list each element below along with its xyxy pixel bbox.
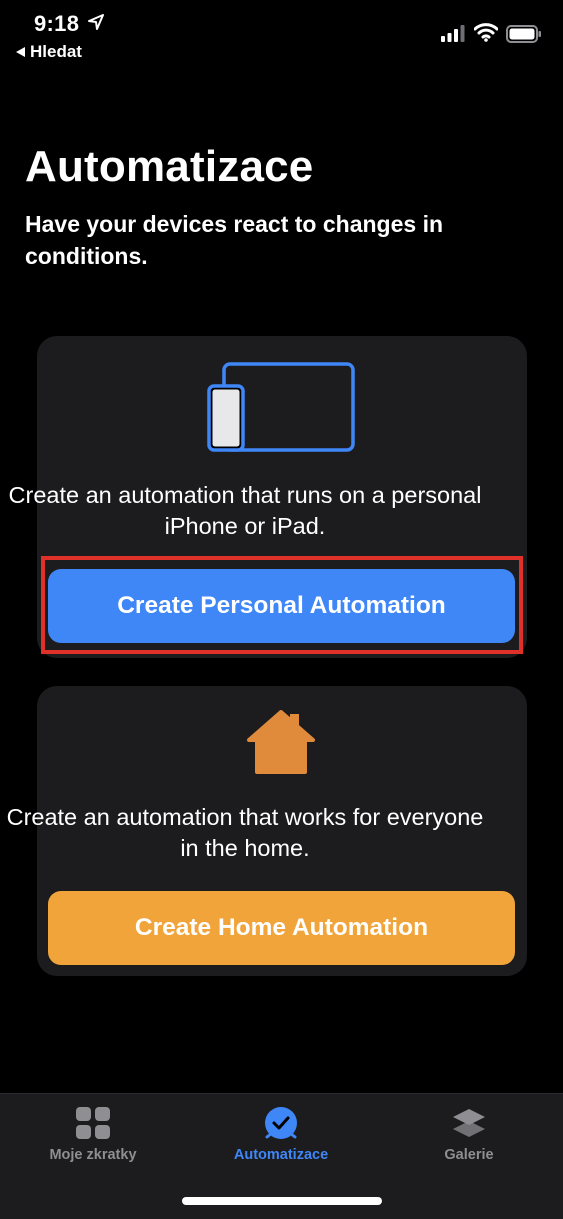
back-label: Hledat (30, 42, 82, 61)
status-bar: 9:18 Hledat (0, 0, 563, 70)
automation-clock-icon (265, 1107, 297, 1139)
page-subtitle: Have your devices react to changes in co… (25, 211, 444, 269)
highlight-box (41, 556, 523, 654)
cellular-signal-icon (441, 25, 465, 42)
iphone-ipad-icon (207, 362, 355, 452)
wifi-icon (474, 23, 498, 42)
tab-label-automatizace: Automatizace (233, 1147, 329, 1163)
back-arrow-icon (16, 47, 25, 57)
layers-icon (453, 1109, 485, 1137)
create-home-automation-button[interactable]: Create Home Automation (48, 891, 515, 965)
back-to-search-link[interactable]: Hledat (16, 42, 82, 62)
grid-icon (76, 1107, 110, 1139)
tab-label-galerie: Galerie (444, 1147, 494, 1163)
tab-label-moje-zkratky: Moje zkratky (49, 1147, 137, 1163)
home-automation-description: Create an automation that works for ever… (6, 804, 484, 861)
location-arrow-icon (88, 14, 104, 30)
tab-automatizace[interactable]: Automatizace (196, 1094, 366, 1174)
personal-automation-description: Create an automation that runs on a pers… (8, 482, 482, 539)
tab-galerie[interactable]: Galerie (384, 1094, 554, 1174)
home-indicator[interactable] (182, 1197, 382, 1205)
create-home-automation-label: Create Home Automation (134, 914, 429, 941)
tab-moje-zkratky[interactable]: Moje zkratky (8, 1094, 178, 1174)
house-icon (247, 710, 315, 774)
page-title: Automatizace (25, 142, 314, 191)
status-time: 9:18 (34, 11, 80, 36)
battery-icon (506, 25, 541, 43)
